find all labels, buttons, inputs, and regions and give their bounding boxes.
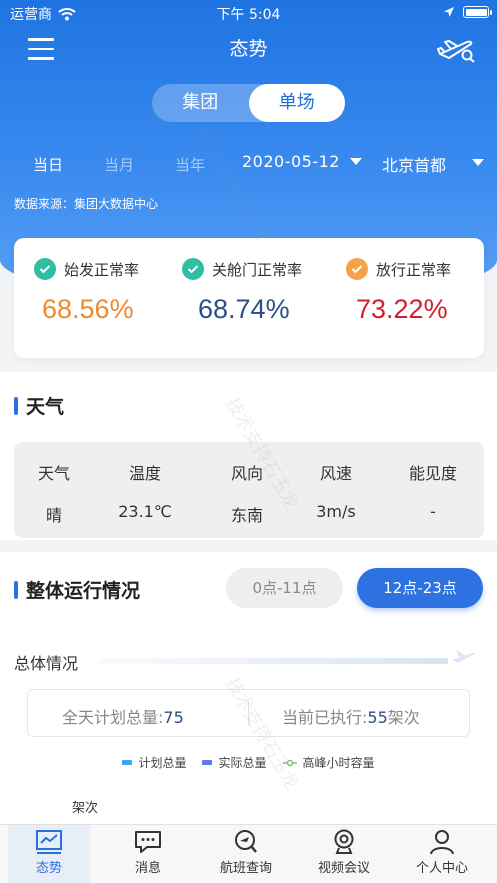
weather-label: 能见度 xyxy=(408,464,457,483)
tab-month[interactable]: 当月 xyxy=(104,154,134,175)
plane-decor-icon xyxy=(452,651,475,663)
airport-selector[interactable]: 北京首都 xyxy=(382,152,446,176)
weather-heading: 天气 xyxy=(14,392,64,419)
weather-col-visibility: 能见度 - xyxy=(388,460,478,521)
tab-label: 个人中心 xyxy=(415,861,468,876)
weather-col-temperature: 温度 23.1℃ xyxy=(100,460,190,521)
date-selector[interactable]: 2020-05-12 xyxy=(242,152,362,171)
legend-plan[interactable]: 计划总量 xyxy=(122,754,186,771)
date-value: 2020-05-12 xyxy=(242,152,340,171)
weather-value: 23.1℃ xyxy=(118,502,172,521)
legend-label: 高峰小时容量 xyxy=(302,756,375,770)
rate-value: 68.74% xyxy=(198,294,290,324)
chevron-down-icon xyxy=(349,158,362,165)
weather-col-condition: 天气 晴 xyxy=(9,460,99,526)
tab-label: 视频会议 xyxy=(317,861,370,876)
operation-title: 整体运行情况 xyxy=(26,580,141,602)
legend-line-swatch xyxy=(282,759,297,766)
weather-value: - xyxy=(430,502,436,521)
flight-search-button[interactable] xyxy=(436,34,477,64)
bottom-tab-bar: 态势 消息 航班查询 视频会议 个人中心 xyxy=(0,824,497,883)
heading-accent xyxy=(14,396,18,415)
check-icon xyxy=(182,258,204,280)
weather-col-wind-direction: 风向 东南 xyxy=(202,460,292,526)
subheading-decor xyxy=(98,658,448,664)
legend-label: 计划总量 xyxy=(138,756,187,770)
tab-year[interactable]: 当年 xyxy=(175,154,205,175)
punctuality-card: 始发正常率 68.56% 关舱门正常率 68.74% 放行正常率 73.22% xyxy=(14,238,484,358)
search-icon xyxy=(235,830,257,853)
location-arrow-icon xyxy=(444,7,454,17)
tab-personal-center[interactable]: 个人中心 xyxy=(397,829,487,876)
rate-value: 68.56% xyxy=(42,294,134,324)
nav-bar: 态势 xyxy=(0,28,497,68)
weather-table: 天气 晴 温度 23.1℃ 风向 东南 风速 3m/s 能见度 - xyxy=(14,442,484,538)
status-bar: 运营商 下午 5:04 xyxy=(0,0,497,26)
segment-group[interactable]: 集团 xyxy=(152,84,249,122)
legend-label: 实际总量 xyxy=(218,756,267,770)
status-time: 下午 5:04 xyxy=(216,7,281,23)
battery-icon xyxy=(463,6,492,18)
plan-total: 全天计划总量:75 xyxy=(62,704,184,728)
chart-icon xyxy=(36,830,62,854)
camera-icon xyxy=(334,829,354,854)
operation-heading: 整体运行情况 xyxy=(14,576,140,603)
chart-legend: 计划总量 实际总量 高峰小时容量 xyxy=(0,754,497,771)
rate-door-close: 关舱门正常率 68.74% xyxy=(182,258,332,325)
weather-value: 晴 xyxy=(45,506,62,525)
weather-col-wind-speed: 风速 3m/s xyxy=(291,460,381,521)
person-icon xyxy=(430,830,454,855)
exec-unit: 架次 xyxy=(387,708,420,727)
plan-value: 75 xyxy=(163,708,184,727)
summary-box: 全天计划总量:75 当前已执行:55架次 xyxy=(27,689,470,737)
page-title: 态势 xyxy=(229,38,268,60)
rate-label: 放行正常率 xyxy=(376,260,452,279)
tab-situation[interactable]: 态势 xyxy=(4,829,94,876)
chevron-down-icon xyxy=(472,159,484,166)
rate-value: 73.22% xyxy=(356,294,448,324)
tab-flight-query[interactable]: 航班查询 xyxy=(201,829,291,876)
data-source-text: 数据来源：集团大数据中心 xyxy=(14,197,159,211)
rate-departure: 始发正常率 68.56% xyxy=(34,258,184,325)
heading-accent xyxy=(14,580,18,599)
tab-messages[interactable]: 消息 xyxy=(103,829,193,876)
legend-swatch xyxy=(122,760,133,765)
tab-day[interactable]: 当日 xyxy=(33,154,63,175)
summary-divider xyxy=(248,702,249,726)
tab-label: 态势 xyxy=(35,861,62,876)
weather-title: 天气 xyxy=(26,396,65,418)
y-axis-unit: 架次 xyxy=(72,801,99,816)
weather-label: 天气 xyxy=(37,464,70,483)
segment-single-airport[interactable]: 单场 xyxy=(248,84,345,122)
weather-value: 东南 xyxy=(230,506,263,525)
legend-actual[interactable]: 实际总量 xyxy=(202,754,267,771)
check-icon xyxy=(34,258,56,280)
message-icon xyxy=(135,831,161,853)
weather-label: 温度 xyxy=(128,464,161,483)
check-icon xyxy=(346,258,368,280)
rate-label: 关舱门正常率 xyxy=(212,260,303,279)
range-morning-button[interactable]: 0点-11点 xyxy=(226,568,343,608)
rate-release: 放行正常率 73.22% xyxy=(346,258,496,325)
weather-label: 风速 xyxy=(319,464,352,483)
tab-label: 航班查询 xyxy=(219,861,272,876)
tab-video-conference[interactable]: 视频会议 xyxy=(299,829,389,876)
legend-swatch xyxy=(202,760,213,765)
plan-label: 全天计划总量: xyxy=(62,708,164,727)
date-filter-bar: 当日 当月 当年 2020-05-12 北京首都 xyxy=(0,150,497,176)
exec-value: 55 xyxy=(367,708,388,727)
overview-subtitle: 总体情况 xyxy=(14,654,79,673)
plane-search-icon xyxy=(436,40,475,63)
executed-total: 当前已执行:55架次 xyxy=(282,704,420,728)
legend-peak[interactable]: 高峰小时容量 xyxy=(282,754,375,771)
exec-label: 当前已执行: xyxy=(282,708,368,727)
rate-label: 始发正常率 xyxy=(64,260,140,279)
range-afternoon-button[interactable]: 12点-23点 xyxy=(357,568,483,608)
tab-label: 消息 xyxy=(134,861,161,876)
weather-value: 3m/s xyxy=(316,502,356,521)
scope-segment: 集团 单场 xyxy=(152,84,345,122)
weather-label: 风向 xyxy=(230,464,263,483)
